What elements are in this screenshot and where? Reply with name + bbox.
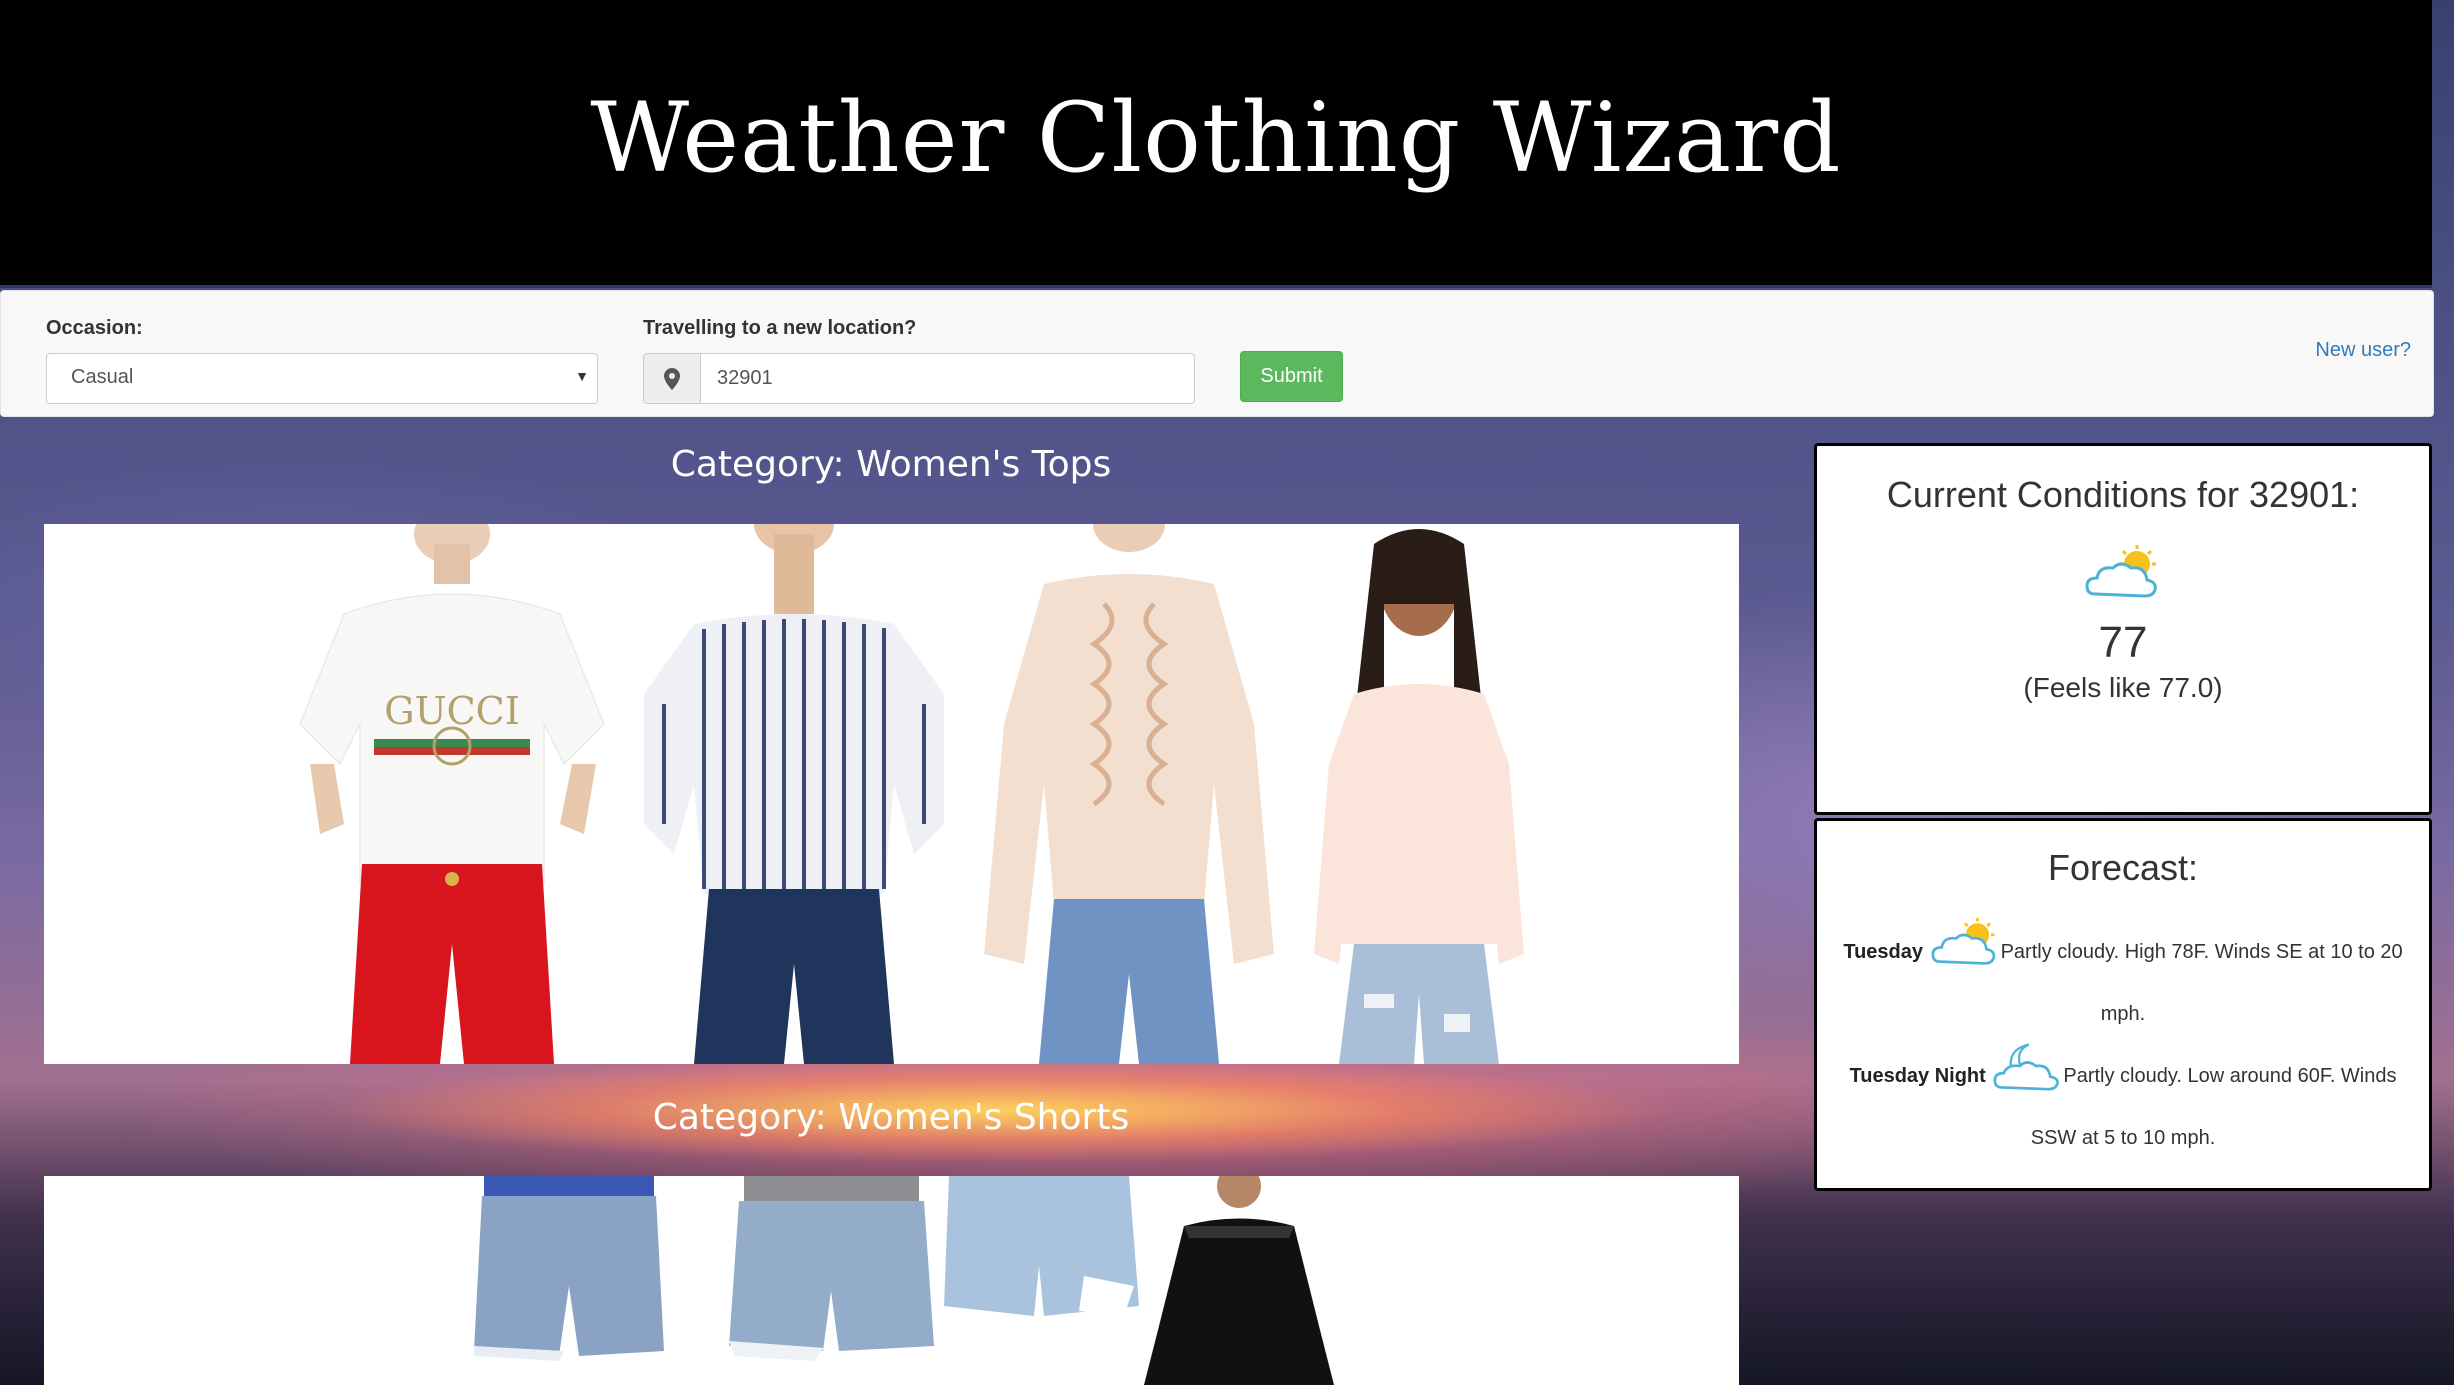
current-conditions-panel: Current Conditions for 32901: 77 (Feels … bbox=[1814, 443, 2432, 815]
forecast-period-name: Tuesday bbox=[1843, 940, 1924, 963]
feels-like-text: (Feels like 77.0) bbox=[2023, 672, 2223, 703]
current-temperature: 77 bbox=[2098, 618, 2148, 667]
forecast-period-name: Tuesday Night bbox=[1849, 1064, 1986, 1087]
page-title: Weather Clothing Wizard bbox=[590, 81, 1842, 194]
shorts-item-3 bbox=[944, 1176, 1139, 1316]
location-input[interactable] bbox=[701, 353, 1195, 404]
forecast-period-tuesday-night: Tuesday Night Partly cloudy. Low around … bbox=[1817, 1041, 2429, 1165]
forecast-period-text: Partly cloudy. High 78F. Winds SE at 10 … bbox=[2000, 940, 2403, 1025]
partly-cloudy-icon bbox=[1817, 544, 2429, 600]
caret-down-icon: ▼ bbox=[575, 368, 589, 384]
category-title-shorts: Category: Women's Shorts bbox=[652, 1097, 1130, 1138]
svg-text:GUCCI: GUCCI bbox=[384, 689, 520, 733]
tops-item-ruffle-blouse bbox=[984, 524, 1274, 1064]
partly-cloudy-night-icon bbox=[1991, 1041, 2063, 1112]
submit-button[interactable]: Submit bbox=[1240, 351, 1343, 402]
partly-cloudy-icon bbox=[1929, 917, 2001, 988]
occasion-select[interactable]: Casual ▼ bbox=[46, 353, 598, 404]
tops-item-peplum-top bbox=[1314, 529, 1524, 1064]
forecast-period-tuesday: Tuesday Partly cloudy. High 78F. Winds S… bbox=[1817, 917, 2429, 1041]
tops-image[interactable]: GUCCI bbox=[44, 524, 1739, 1064]
page-header: Weather Clothing Wizard bbox=[0, 0, 2432, 288]
category-title-tops: Category: Women's Tops bbox=[670, 444, 1112, 485]
search-toolbar: Occasion: Casual ▼ Travelling to a new l… bbox=[0, 290, 2434, 417]
current-conditions-title: Current Conditions for 32901: bbox=[1886, 474, 2360, 515]
new-user-link[interactable]: New user? bbox=[2315, 339, 2411, 362]
location-label: Travelling to a new location? bbox=[643, 317, 917, 339]
forecast-panel: Forecast: Tuesday Partly cloudy. High 78… bbox=[1814, 818, 2432, 1191]
forecast-period-text: Partly cloudy. Low around 60F. Winds SSW… bbox=[2030, 1064, 2397, 1149]
shorts-item-4-black-dress bbox=[1144, 1176, 1334, 1385]
location-input-group bbox=[643, 353, 1195, 404]
shorts-item-1 bbox=[474, 1176, 664, 1361]
tops-item-gucci-tee: GUCCI bbox=[299, 524, 605, 1064]
map-marker-icon bbox=[643, 353, 701, 404]
forecast-title: Forecast: bbox=[2047, 847, 2199, 888]
occasion-label: Occasion: bbox=[46, 317, 143, 339]
shorts-item-2 bbox=[729, 1176, 934, 1361]
occasion-selected-value: Casual bbox=[71, 366, 134, 388]
shorts-image[interactable] bbox=[44, 1176, 1739, 1385]
tops-item-striped-top bbox=[644, 524, 944, 1064]
